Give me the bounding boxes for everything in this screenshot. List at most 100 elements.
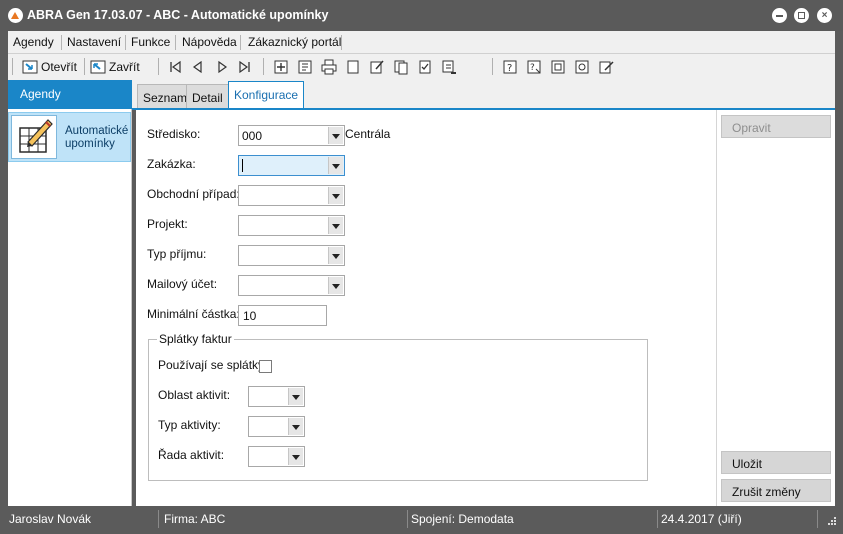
status-firm: Firma: ABC [164,512,226,526]
title-bar: ABRA Gen 17.03.07 - ABC - Automatické up… [0,0,843,31]
chevron-down-icon[interactable] [328,277,343,294]
projekt-label: Projekt: [147,217,188,231]
obchodni-pripad-label: Obchodní případ: [147,187,240,201]
tabs-bar: Seznam Detail Konfigurace [132,80,835,109]
agenda-panel: Agendy Automatické upomínky [8,80,132,506]
close-doc-icon [90,60,106,74]
last-record-icon[interactable] [236,59,252,75]
typ-aktivity-combo[interactable] [248,416,305,437]
projekt-combo[interactable] [238,215,345,236]
settings-icon[interactable] [574,59,590,75]
tab-detail[interactable]: Detail [186,84,229,109]
menu-zakaznicky-portal[interactable]: Zákaznický portál [248,35,341,49]
typ-aktivity-label: Typ aktivity: [158,418,221,432]
menu-bar: Agendy Nastavení Funkce Nápověda Zákazni… [8,31,835,54]
typ-prijmu-label: Typ příjmu: [147,247,207,261]
chevron-down-icon[interactable] [288,418,303,435]
help-topics-icon[interactable] [550,59,566,75]
typ-prijmu-combo[interactable] [238,245,345,266]
status-separator [657,510,658,528]
status-separator [817,510,818,528]
toolbar: Otevřít Zavřít ? ? [8,54,835,80]
print-icon[interactable] [321,59,337,75]
edit-document-icon[interactable] [369,59,385,75]
zakazka-combo[interactable] [238,155,345,176]
export-document-icon[interactable] [441,59,457,75]
help-icon[interactable]: ? [502,59,518,75]
menu-separator [61,35,62,50]
menu-agendy[interactable]: Agendy [13,35,54,49]
check-document-icon[interactable] [417,59,433,75]
group-title: Splátky faktur [157,332,234,346]
rada-aktivit-combo[interactable] [248,446,305,467]
close-window-button[interactable]: × [817,8,832,23]
chevron-down-icon[interactable] [328,157,343,174]
status-connection: Spojení: Demodata [411,512,514,526]
min-castka-label: Minimální částka: [147,307,240,321]
next-record-icon[interactable] [214,59,230,75]
min-castka-value: 10 [243,309,257,323]
toolbar-separator [492,58,493,75]
open-icon [22,60,38,74]
menu-nastaveni[interactable]: Nastavení [67,35,121,49]
splatky-faktur-group: Splátky faktur Používají se splátky Obla… [148,332,648,481]
reminder-agenda-icon [11,115,57,159]
status-user: Jaroslav Novák [9,512,92,526]
oblast-aktivit-label: Oblast aktivit: [158,388,231,402]
tab-seznam[interactable]: Seznam [137,84,194,109]
chevron-down-icon[interactable] [288,448,303,465]
obchodni-pripad-combo[interactable] [238,185,345,206]
status-bar: Jaroslav Novák Firma: ABC Spojení: Demod… [0,506,843,534]
open-button[interactable]: Otevřít [22,58,77,76]
agenda-item-label: Automatické upomínky [65,125,129,150]
chevron-down-icon[interactable] [328,247,343,264]
chevron-down-icon[interactable] [328,217,343,234]
maximize-button[interactable] [794,8,809,23]
duplicate-document-icon[interactable] [393,59,409,75]
resize-grip-icon[interactable] [827,516,837,526]
save-button[interactable]: Uložit [721,451,831,474]
action-panel: Opravit Uložit Zrušit změny [716,110,835,506]
pouzivaji-splatky-checkbox[interactable] [259,360,272,373]
agenda-item-automaticke-upominky[interactable]: Automatické upomínky [8,112,131,162]
toolbar-separator [12,58,13,75]
document-icon[interactable] [345,59,361,75]
min-castka-input[interactable]: 10 [238,305,327,326]
copy-record-icon[interactable] [297,59,313,75]
menu-funkce[interactable]: Funkce [131,35,170,49]
notes-icon[interactable] [598,59,614,75]
menu-separator [240,35,241,50]
add-record-icon[interactable] [273,59,289,75]
status-separator [158,510,159,528]
menu-napoveda[interactable]: Nápověda [182,35,237,49]
svg-text:?: ? [507,63,512,74]
context-help-icon[interactable]: ? [526,59,542,75]
oblast-aktivit-combo[interactable] [248,386,305,407]
cancel-changes-button[interactable]: Zrušit změny [721,479,831,502]
stredisko-value: 000 [242,129,263,143]
chevron-down-icon[interactable] [328,187,343,204]
previous-record-icon[interactable] [190,59,206,75]
close-label: Zavřít [109,60,140,74]
agenda-header[interactable]: Agendy [8,80,132,109]
edit-button[interactable]: Opravit [721,115,831,138]
svg-text:?: ? [530,63,535,73]
stredisko-combo[interactable]: 000 [238,125,345,146]
menu-separator [175,35,176,50]
tab-konfigurace[interactable]: Konfigurace [228,81,305,109]
open-label: Otevřít [41,60,78,74]
status-separator [407,510,408,528]
menu-separator [341,35,342,50]
abra-logo-icon [8,8,23,23]
close-button[interactable]: Zavřít [90,58,140,76]
pouzivaji-splatky-label: Používají se splátky [158,358,265,372]
minimize-button[interactable] [772,8,787,23]
rada-aktivit-label: Řada aktivit: [158,448,225,462]
chevron-down-icon[interactable] [288,388,303,405]
chevron-down-icon[interactable] [328,127,343,144]
toolbar-separator [158,58,159,75]
text-caret [242,159,243,172]
mailovy-ucet-combo[interactable] [238,275,345,296]
first-record-icon[interactable] [168,59,184,75]
zakazka-label: Zakázka: [147,157,196,171]
